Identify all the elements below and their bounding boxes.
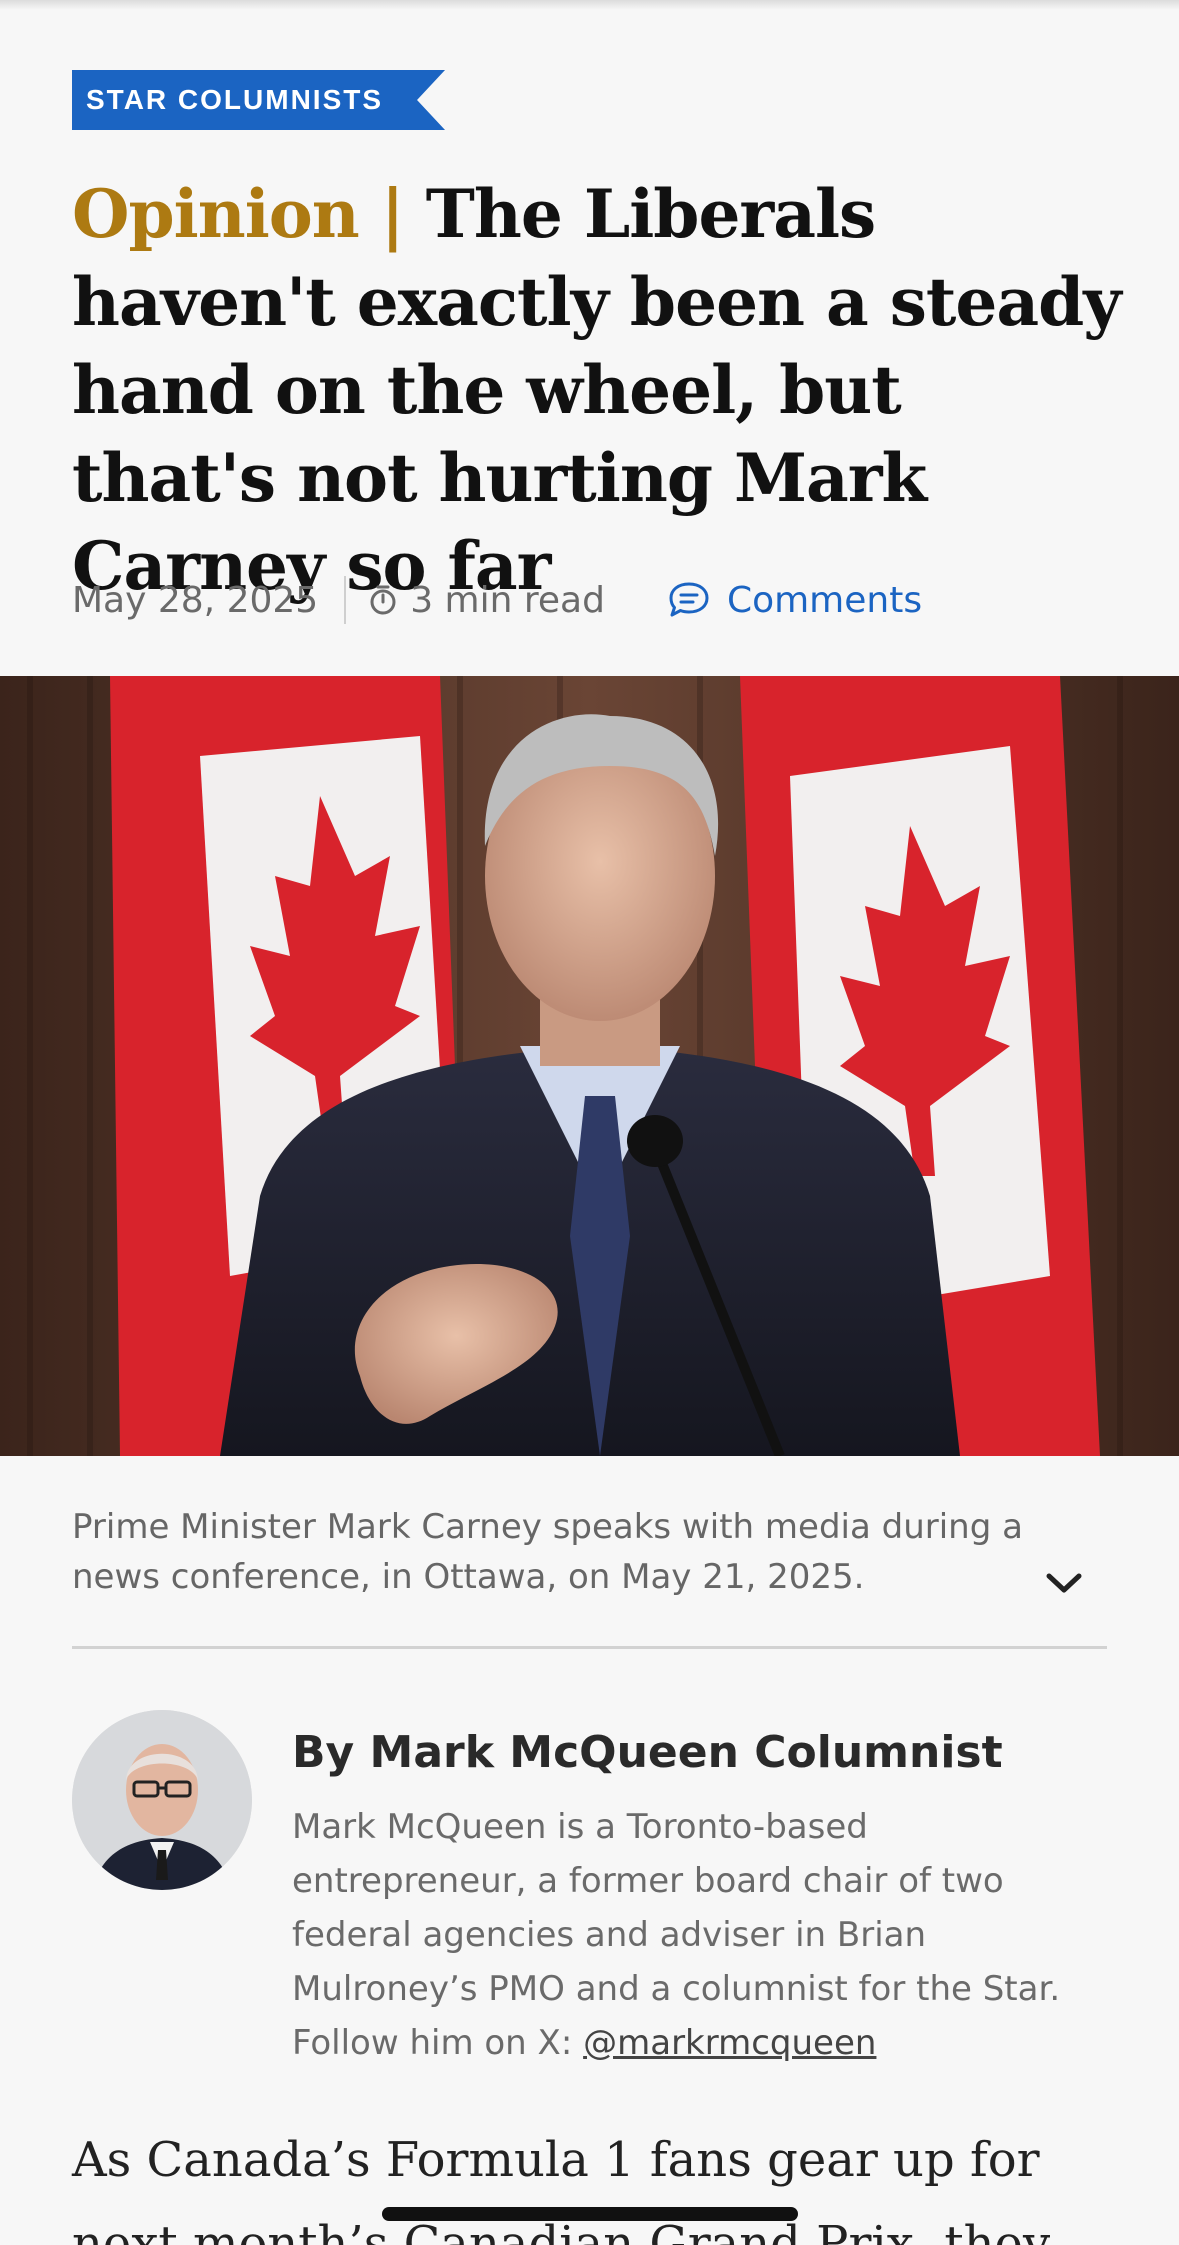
hero-image[interactable]	[0, 676, 1179, 1456]
comments-link[interactable]: Comments	[667, 580, 922, 621]
author-bio: Mark McQueen is a Toronto-based entrepre…	[292, 1800, 1112, 2070]
headline: Opinion | The Liberals haven't exactly b…	[72, 170, 1122, 610]
article-lead: As Canada’s Formula 1 fans gear up for n…	[72, 2132, 1051, 2245]
read-time: 3 min read	[410, 579, 605, 621]
image-caption: Prime Minister Mark Carney speaks with m…	[72, 1507, 1023, 1597]
opinion-kicker: Opinion |	[72, 175, 405, 253]
avatar[interactable]	[72, 1710, 252, 1890]
section-tag[interactable]: STAR COLUMNISTS	[72, 70, 445, 130]
author-social-link[interactable]: @markrmcqueen	[583, 2023, 876, 2063]
publish-date: May 28, 2025	[72, 579, 319, 621]
comment-bubble-icon	[669, 582, 709, 617]
article-meta: May 28, 2025 3 min read Comments	[72, 574, 922, 626]
caption-divider	[72, 1646, 1107, 1649]
chevron-down-icon[interactable]	[1044, 1568, 1084, 1598]
author-byline[interactable]: By Mark McQueen Columnist	[292, 1722, 1112, 1784]
home-indicator[interactable]	[382, 2207, 798, 2221]
hero-photo	[0, 676, 1179, 1456]
comments-label: Comments	[726, 579, 923, 621]
meta-divider	[344, 576, 347, 624]
timer-icon	[368, 583, 398, 617]
top-shadow	[0, 0, 1179, 10]
